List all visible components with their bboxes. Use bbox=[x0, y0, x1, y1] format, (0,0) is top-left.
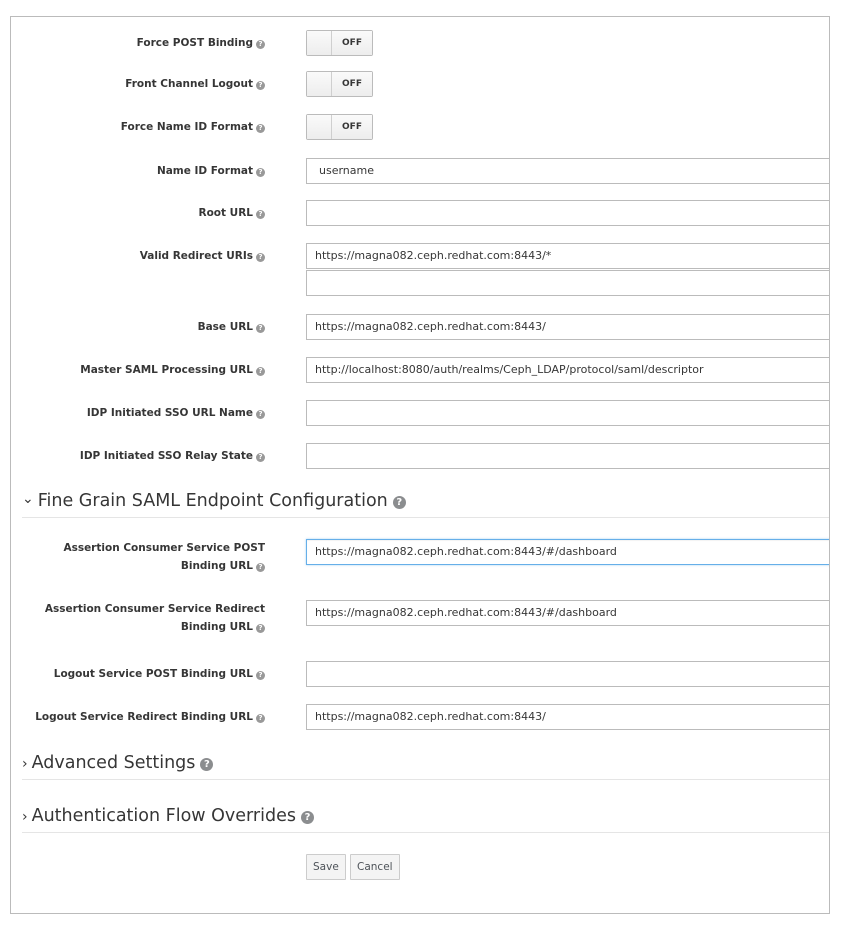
logout-redirect-label: Logout Service Redirect Binding URL? bbox=[11, 709, 265, 725]
acs-redirect-binding-url-input[interactable]: https://magna082.ceph.redhat.com:8443/#/… bbox=[306, 600, 829, 626]
help-icon[interactable]: ? bbox=[200, 758, 214, 771]
idp-sso-relay-state-input[interactable] bbox=[306, 443, 829, 469]
help-icon[interactable]: ? bbox=[256, 81, 265, 90]
chevron-right-icon: › bbox=[22, 809, 28, 825]
help-icon[interactable]: ? bbox=[256, 563, 265, 572]
force-post-binding-label: Force POST Binding? bbox=[11, 35, 265, 51]
logout-post-label: Logout Service POST Binding URL? bbox=[11, 666, 265, 682]
idp-sso-url-name-input[interactable] bbox=[306, 400, 829, 426]
help-icon[interactable]: ? bbox=[256, 210, 265, 219]
master-saml-url-input[interactable]: http://localhost:8080/auth/realms/Ceph_L… bbox=[306, 357, 829, 383]
toggle-state: OFF bbox=[332, 72, 372, 96]
base-url-input[interactable]: https://magna082.ceph.redhat.com:8443/ bbox=[306, 314, 829, 340]
toggle-knob[interactable] bbox=[307, 115, 332, 139]
advanced-settings-title: Advanced Settings bbox=[31, 753, 196, 773]
toggle-state: OFF bbox=[332, 115, 372, 139]
front-channel-logout-label: Front Channel Logout? bbox=[11, 76, 265, 92]
chevron-right-icon: › bbox=[22, 756, 28, 772]
base-url-label: Base URL? bbox=[11, 319, 265, 335]
valid-redirect-uri-input[interactable]: https://magna082.ceph.redhat.com:8443/* bbox=[306, 243, 829, 269]
fine-grain-title: Fine Grain SAML Endpoint Configuration bbox=[37, 491, 388, 511]
auth-flow-overrides-section-toggle[interactable]: › Authentication Flow Overrides? bbox=[22, 802, 829, 833]
acs-post-binding-url-input[interactable]: https://magna082.ceph.redhat.com:8443/#/… bbox=[306, 539, 829, 565]
help-icon[interactable]: ? bbox=[256, 253, 265, 262]
client-settings-panel: Force POST Binding? OFF Front Channel Lo… bbox=[10, 16, 830, 914]
valid-redirect-uri-new-input[interactable] bbox=[306, 270, 829, 296]
help-icon[interactable]: ? bbox=[256, 40, 265, 49]
logout-redirect-binding-url-input[interactable]: https://magna082.ceph.redhat.com:8443/ bbox=[306, 704, 829, 730]
logout-post-binding-url-input[interactable] bbox=[306, 661, 829, 687]
help-icon[interactable]: ? bbox=[256, 367, 265, 376]
root-url-label: Root URL? bbox=[11, 205, 265, 221]
chevron-down-icon: ⌄ bbox=[22, 491, 34, 507]
idp-sso-relay-state-label: IDP Initiated SSO Relay State? bbox=[11, 448, 265, 464]
force-name-id-format-label: Force Name ID Format? bbox=[11, 119, 265, 135]
name-id-format-select[interactable]: username bbox=[306, 158, 829, 184]
acs-redirect-label: Assertion Consumer Service Redirect Bindi… bbox=[44, 603, 265, 633]
help-icon[interactable]: ? bbox=[256, 124, 265, 133]
help-icon[interactable]: ? bbox=[256, 671, 265, 680]
advanced-settings-section-toggle[interactable]: › Advanced Settings? bbox=[22, 749, 829, 780]
fine-grain-section-toggle[interactable]: ⌄ Fine Grain SAML Endpoint Configuration? bbox=[22, 487, 829, 518]
help-icon[interactable]: ? bbox=[256, 324, 265, 333]
cancel-button[interactable]: Cancel bbox=[350, 854, 400, 880]
help-icon[interactable]: ? bbox=[256, 453, 265, 462]
force-name-id-format-toggle[interactable]: OFF bbox=[306, 114, 373, 140]
toggle-knob[interactable] bbox=[307, 72, 332, 96]
master-saml-url-label: Master SAML Processing URL? bbox=[11, 362, 265, 378]
front-channel-logout-toggle[interactable]: OFF bbox=[306, 71, 373, 97]
valid-redirect-uris-label: Valid Redirect URIs? bbox=[11, 248, 265, 264]
acs-post-label: Assertion Consumer Service POST Binding U… bbox=[63, 542, 265, 572]
save-button[interactable]: Save bbox=[306, 854, 346, 880]
toggle-knob[interactable] bbox=[307, 31, 332, 55]
force-post-binding-toggle[interactable]: OFF bbox=[306, 30, 373, 56]
help-icon[interactable]: ? bbox=[300, 811, 314, 824]
toggle-state: OFF bbox=[332, 31, 372, 55]
help-icon[interactable]: ? bbox=[256, 624, 265, 633]
name-id-format-label: Name ID Format? bbox=[11, 163, 265, 179]
help-icon[interactable]: ? bbox=[256, 714, 265, 723]
help-icon[interactable]: ? bbox=[256, 168, 265, 177]
auth-flow-overrides-title: Authentication Flow Overrides bbox=[31, 806, 296, 826]
help-icon[interactable]: ? bbox=[392, 496, 406, 509]
idp-sso-url-name-label: IDP Initiated SSO URL Name? bbox=[11, 405, 265, 421]
help-icon[interactable]: ? bbox=[256, 410, 265, 419]
root-url-input[interactable] bbox=[306, 200, 829, 226]
